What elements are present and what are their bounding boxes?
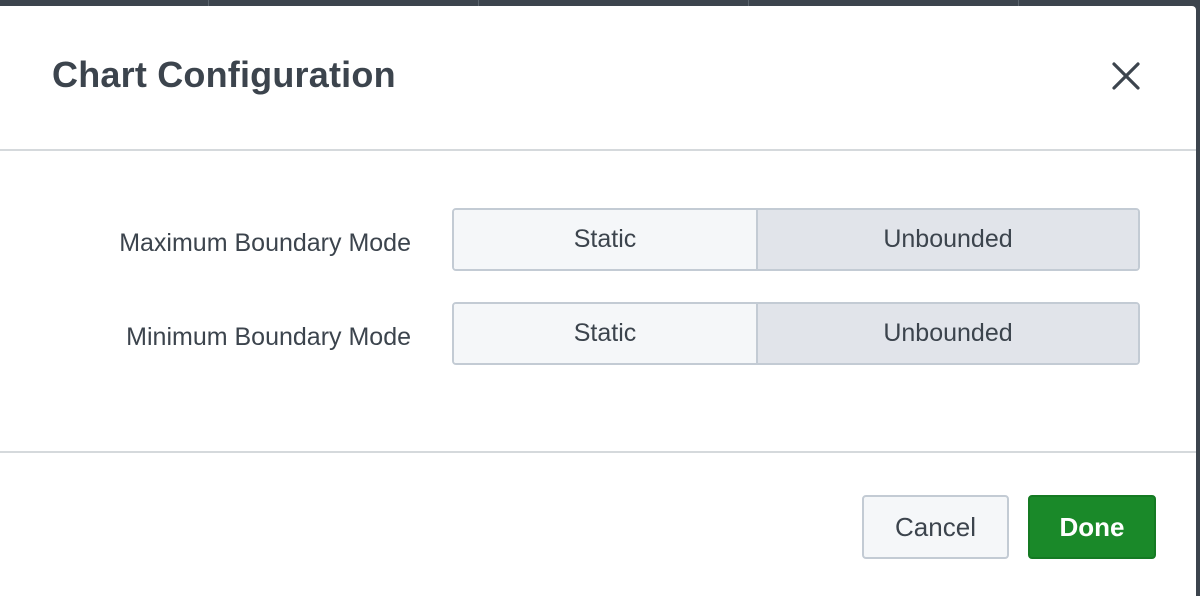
minimum-static-option[interactable]: Static xyxy=(454,304,758,363)
minimum-boundary-mode-label: Minimum Boundary Mode xyxy=(126,323,411,351)
chart-configuration-dialog: Chart Configuration Maximum Boundary Mod… xyxy=(0,6,1196,596)
dialog-body: Maximum Boundary Mode Static Unbounded M… xyxy=(0,153,1196,453)
maximum-boundary-mode-label: Maximum Boundary Mode xyxy=(119,229,411,257)
done-button[interactable]: Done xyxy=(1028,495,1156,559)
close-button[interactable] xyxy=(1108,58,1144,94)
minimum-unbounded-option[interactable]: Unbounded xyxy=(758,304,1138,363)
maximum-static-option[interactable]: Static xyxy=(454,210,758,269)
maximum-unbounded-option[interactable]: Unbounded xyxy=(758,210,1138,269)
dialog-title: Chart Configuration xyxy=(52,54,396,95)
close-icon xyxy=(1112,62,1140,90)
cancel-button[interactable]: Cancel xyxy=(862,495,1009,559)
dialog-header: Chart Configuration xyxy=(0,6,1196,151)
dialog-footer: Cancel Done xyxy=(0,451,1196,596)
minimum-boundary-mode-control: Static Unbounded xyxy=(452,302,1140,365)
maximum-boundary-mode-control: Static Unbounded xyxy=(452,208,1140,271)
